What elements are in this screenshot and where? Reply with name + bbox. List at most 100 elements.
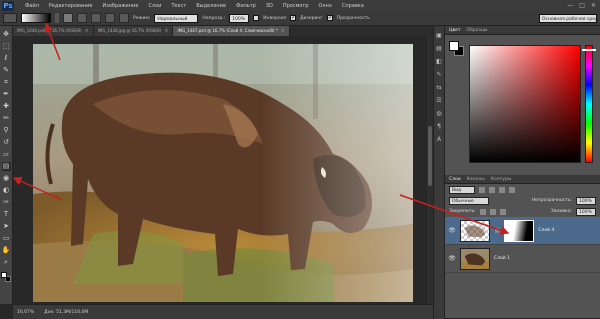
document-tab-active[interactable]: IMG_1447.psd @ 16,7% (Слой 4, Слой-маска… bbox=[173, 26, 290, 36]
foreground-color-swatch[interactable] bbox=[1, 272, 7, 278]
healing-tool-icon[interactable]: ✚ bbox=[2, 102, 11, 111]
pen-tool-icon[interactable]: ✑ bbox=[2, 198, 11, 207]
properties-panel-icon[interactable]: ▤ bbox=[435, 45, 443, 53]
tab-paths[interactable]: Контуры bbox=[491, 177, 512, 182]
tab-close-icon[interactable]: × bbox=[85, 26, 89, 36]
radial-gradient-button[interactable] bbox=[77, 13, 87, 23]
color-spectrum-field[interactable] bbox=[469, 45, 581, 163]
brush-tool-icon[interactable]: ✏ bbox=[2, 114, 11, 123]
diamond-gradient-button[interactable] bbox=[119, 13, 129, 23]
dither-checkbox[interactable] bbox=[289, 14, 296, 21]
type-filter-icon[interactable] bbox=[499, 186, 505, 193]
layer-row-selected[interactable]: 👁 ⛓ Слой 4 bbox=[445, 217, 600, 245]
eraser-tool-icon[interactable]: ▱ bbox=[2, 150, 11, 159]
menu-layers[interactable]: Слои bbox=[143, 3, 166, 9]
bison-photo-canvas[interactable] bbox=[33, 44, 413, 302]
info-panel-icon[interactable]: ☰ bbox=[435, 97, 443, 105]
opacity-input[interactable]: 100% bbox=[229, 13, 250, 23]
history-panel-icon[interactable]: ▣ bbox=[435, 32, 443, 40]
actions-panel-icon[interactable]: ⇆ bbox=[435, 84, 443, 92]
zoom-tool-icon[interactable]: ⌕ bbox=[2, 258, 11, 267]
hue-slider-marker[interactable] bbox=[582, 49, 596, 51]
hue-slider[interactable] bbox=[585, 45, 593, 163]
eye-visibility-icon[interactable]: 👁 bbox=[448, 227, 456, 235]
maximize-icon[interactable]: □ bbox=[579, 2, 585, 9]
shape-filter-icon[interactable] bbox=[509, 186, 515, 193]
tool-preset-picker[interactable] bbox=[3, 13, 17, 23]
panel-foreground-swatch[interactable] bbox=[449, 41, 459, 51]
tab-color[interactable]: Цвет bbox=[449, 28, 461, 33]
tab-close-icon[interactable]: × bbox=[164, 26, 168, 36]
eye-visibility-icon[interactable]: 👁 bbox=[448, 255, 456, 263]
status-bar: 16,67% Док: 51,3M/116,0M bbox=[13, 304, 433, 319]
tab-swatches[interactable]: Образцы bbox=[467, 28, 488, 33]
gradient-dropdown[interactable] bbox=[55, 13, 59, 23]
blur-tool-icon[interactable]: ◉ bbox=[2, 174, 11, 183]
path-select-tool-icon[interactable]: ➤ bbox=[2, 222, 11, 231]
gradient-editor-swatch[interactable] bbox=[21, 13, 51, 23]
lock-all-icon[interactable] bbox=[499, 208, 506, 215]
character-panel-icon[interactable]: A bbox=[435, 136, 443, 144]
adjustment-filter-icon[interactable] bbox=[489, 186, 495, 193]
color-swatches[interactable] bbox=[1, 272, 11, 283]
layer-mask-thumbnail[interactable] bbox=[504, 219, 535, 242]
menu-3d[interactable]: 3D bbox=[261, 3, 278, 9]
history-brush-tool-icon[interactable]: ↺ bbox=[2, 138, 11, 147]
blend-mode-select[interactable]: Обычные bbox=[449, 196, 489, 205]
tab-layers[interactable]: Слои bbox=[449, 177, 461, 182]
pixel-filter-icon[interactable] bbox=[479, 186, 485, 193]
menu-window[interactable]: Окно bbox=[314, 3, 337, 9]
document-tab[interactable]: IMG_1438.jpg @ 16,7% (RGB/8) × bbox=[93, 26, 174, 36]
adjustments-panel-icon[interactable]: ◧ bbox=[435, 58, 443, 66]
tab-channels[interactable]: Каналы bbox=[467, 177, 485, 182]
lock-pixels-icon[interactable] bbox=[479, 208, 486, 215]
paragraph-panel-icon[interactable]: ¶ bbox=[435, 123, 443, 131]
styles-panel-icon[interactable]: ◍ bbox=[435, 110, 443, 118]
close-icon[interactable]: ✕ bbox=[591, 2, 596, 9]
move-tool-icon[interactable]: ✥ bbox=[2, 30, 11, 39]
canvas-area[interactable] bbox=[13, 36, 433, 304]
invert-checkbox[interactable] bbox=[253, 15, 260, 21]
lock-fill-row: Закрепить: Заливка: 100% bbox=[445, 206, 600, 217]
reflected-gradient-button[interactable] bbox=[105, 13, 115, 23]
eyedropper-tool-icon[interactable]: ✒ bbox=[2, 90, 11, 99]
linear-gradient-button[interactable] bbox=[63, 13, 73, 23]
layer-name[interactable]: Слой 1 bbox=[494, 256, 510, 261]
transparency-checkbox[interactable] bbox=[326, 14, 333, 21]
workspace-select[interactable]: Основная рабочая среда bbox=[539, 13, 597, 23]
invert-label: Инверсия bbox=[263, 15, 286, 21]
menu-filter[interactable]: Фильтр bbox=[231, 3, 261, 9]
document-tab[interactable]: IMG_1440.psd @ 16,7% (RGB/8) × bbox=[13, 26, 94, 36]
layer-kind-select[interactable]: Вид bbox=[449, 185, 475, 194]
menu-image[interactable]: Изображение bbox=[97, 3, 143, 9]
mask-link-icon[interactable]: ⛓ bbox=[494, 228, 500, 234]
scrollbar-thumb[interactable] bbox=[428, 126, 432, 186]
brush-panel-icon[interactable]: ✎ bbox=[435, 71, 443, 79]
menu-view[interactable]: Просмотр bbox=[278, 3, 314, 9]
gradient-tool-icon[interactable]: ▤ bbox=[1, 162, 11, 171]
menu-edit[interactable]: Редактирование bbox=[44, 3, 98, 9]
dodge-tool-icon[interactable]: ◐ bbox=[2, 186, 11, 195]
rectangle-tool-icon[interactable]: ▭ bbox=[2, 234, 11, 243]
layer-row[interactable]: 👁 Слой 1 bbox=[445, 245, 600, 273]
fill-input[interactable]: 100% bbox=[576, 207, 596, 216]
crop-tool-icon[interactable]: ⌗ bbox=[2, 78, 11, 87]
hand-tool-icon[interactable]: ✋ bbox=[2, 246, 11, 255]
layer-opacity-input[interactable]: 100% bbox=[576, 196, 596, 205]
menu-select[interactable]: Выделение bbox=[191, 3, 231, 9]
menu-help[interactable]: Справка bbox=[337, 3, 369, 9]
tab-close-icon[interactable]: × bbox=[281, 26, 285, 36]
lasso-tool-icon[interactable]: ℓ bbox=[2, 54, 11, 63]
mode-select[interactable]: Нормальный bbox=[154, 13, 199, 23]
menu-type[interactable]: Текст bbox=[166, 3, 191, 9]
menu-file[interactable]: Файл bbox=[20, 3, 44, 9]
minimize-icon[interactable]: — bbox=[567, 2, 573, 9]
zoom-level[interactable]: 16,67% bbox=[17, 310, 34, 315]
layer-name[interactable]: Слой 4 bbox=[538, 228, 554, 233]
quick-select-tool-icon[interactable]: ✎ bbox=[2, 66, 11, 75]
angle-gradient-button[interactable] bbox=[91, 13, 101, 23]
lock-position-icon[interactable] bbox=[489, 208, 496, 215]
marquee-tool-icon[interactable]: ⬚ bbox=[2, 42, 11, 51]
stamp-tool-icon[interactable]: ⚲ bbox=[2, 126, 11, 135]
type-tool-icon[interactable]: T bbox=[2, 210, 11, 219]
